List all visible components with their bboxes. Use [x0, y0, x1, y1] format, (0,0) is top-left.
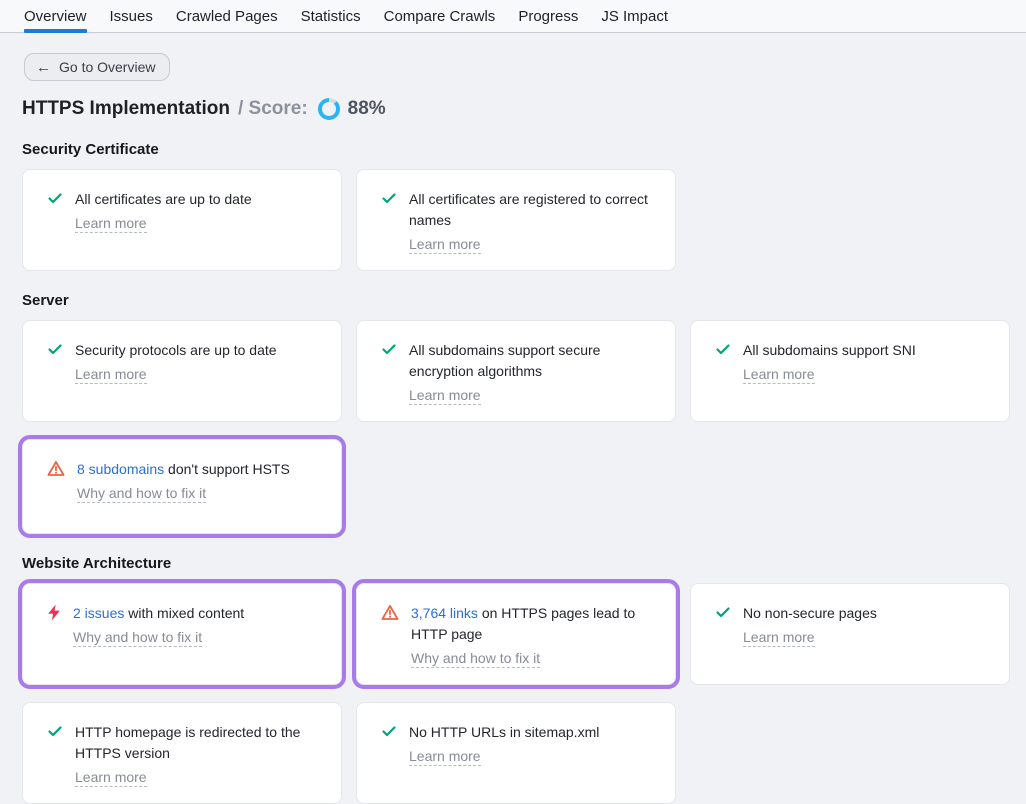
card-message: No HTTP URLs in sitemap.xml — [409, 722, 599, 743]
card-non-secure-pages: No non-secure pages Learn more — [690, 583, 1010, 685]
check-icon — [47, 189, 63, 233]
check-icon — [381, 722, 397, 766]
server-grid: Security protocols are up to date Learn … — [22, 320, 1009, 534]
score-value: 88% — [348, 98, 386, 120]
go-to-overview-label: Go to Overview — [59, 59, 155, 75]
card-security-protocols: Security protocols are up to date Learn … — [22, 320, 342, 422]
check-icon — [47, 340, 63, 384]
main-content: ← Go to Overview HTTPS Implementation / … — [0, 33, 1026, 804]
score-label: / Score: — [238, 98, 308, 120]
card-message: All subdomains support secure encryption… — [409, 340, 651, 382]
section-title-website-architecture: Website Architecture — [22, 555, 1009, 572]
check-icon — [381, 340, 397, 405]
learn-more-link[interactable]: Learn more — [409, 386, 481, 405]
page-title-text: HTTPS Implementation — [22, 98, 230, 120]
card-hsts-issue: 8 subdomains don't support HSTS Why and … — [22, 439, 342, 534]
card-message: No non-secure pages — [743, 603, 877, 624]
learn-more-link[interactable]: Learn more — [409, 235, 481, 254]
card-encryption-algorithms: All subdomains support secure encryption… — [356, 320, 676, 422]
card-message: All certificates are up to date — [75, 189, 252, 210]
card-message: HTTP homepage is redirected to the HTTPS… — [75, 722, 317, 764]
card-message: 2 issues with mixed content — [73, 603, 244, 624]
card-message: All certificates are registered to corre… — [409, 189, 651, 231]
learn-more-link[interactable]: Learn more — [743, 365, 815, 384]
check-icon — [47, 722, 63, 787]
card-message-text: with mixed content — [124, 605, 244, 621]
tab-crawled-pages[interactable]: Crawled Pages — [176, 0, 278, 32]
card-certificates-registered: All certificates are registered to corre… — [356, 169, 676, 271]
card-message: Security protocols are up to date — [75, 340, 277, 361]
card-certificates-up-to-date: All certificates are up to date Learn mo… — [22, 169, 342, 271]
go-to-overview-button[interactable]: ← Go to Overview — [24, 53, 170, 81]
card-message-text: don't support HSTS — [164, 461, 290, 477]
card-mixed-content-issue: 2 issues with mixed content Why and how … — [22, 583, 342, 685]
subdomains-count-link[interactable]: 8 subdomains — [77, 461, 164, 477]
tab-progress[interactable]: Progress — [518, 0, 578, 32]
section-title-server: Server — [22, 292, 1009, 309]
back-arrow-icon: ← — [36, 60, 51, 75]
tab-compare-crawls[interactable]: Compare Crawls — [384, 0, 496, 32]
website-architecture-grid: 2 issues with mixed content Why and how … — [22, 583, 1009, 804]
learn-more-link[interactable]: Learn more — [743, 628, 815, 647]
check-icon — [715, 340, 731, 384]
tab-js-impact[interactable]: JS Impact — [601, 0, 668, 32]
section-title-security-certificate: Security Certificate — [22, 141, 1009, 158]
page-title: HTTPS Implementation / Score: 88% — [22, 98, 1009, 120]
tab-statistics[interactable]: Statistics — [301, 0, 361, 32]
learn-more-link[interactable]: Learn more — [75, 214, 147, 233]
card-homepage-redirect: HTTP homepage is redirected to the HTTPS… — [22, 702, 342, 804]
top-nav: Overview Issues Crawled Pages Statistics… — [0, 0, 1026, 33]
card-sitemap-urls: No HTTP URLs in sitemap.xml Learn more — [356, 702, 676, 804]
check-icon — [715, 603, 731, 647]
why-and-how-to-fix-link[interactable]: Why and how to fix it — [77, 484, 206, 503]
warning-triangle-icon — [381, 603, 399, 668]
tab-issues[interactable]: Issues — [110, 0, 153, 32]
score-gauge — [318, 98, 340, 120]
card-sni-support: All subdomains support SNI Learn more — [690, 320, 1010, 422]
lightning-bolt-icon — [47, 603, 61, 647]
why-and-how-to-fix-link[interactable]: Why and how to fix it — [73, 628, 202, 647]
check-icon — [381, 189, 397, 254]
why-and-how-to-fix-link[interactable]: Why and how to fix it — [411, 649, 540, 668]
learn-more-link[interactable]: Learn more — [409, 747, 481, 766]
warning-triangle-icon — [47, 459, 65, 503]
links-count-link[interactable]: 3,764 links — [411, 605, 478, 621]
card-message: 3,764 links on HTTPS pages lead to HTTP … — [411, 603, 651, 645]
learn-more-link[interactable]: Learn more — [75, 365, 147, 384]
card-message: 8 subdomains don't support HSTS — [77, 459, 290, 480]
security-certificate-grid: All certificates are up to date Learn mo… — [22, 169, 1009, 271]
card-http-links-issue: 3,764 links on HTTPS pages lead to HTTP … — [356, 583, 676, 685]
learn-more-link[interactable]: Learn more — [75, 768, 147, 787]
card-message: All subdomains support SNI — [743, 340, 916, 361]
tab-overview[interactable]: Overview — [24, 0, 87, 32]
issues-count-link[interactable]: 2 issues — [73, 605, 124, 621]
